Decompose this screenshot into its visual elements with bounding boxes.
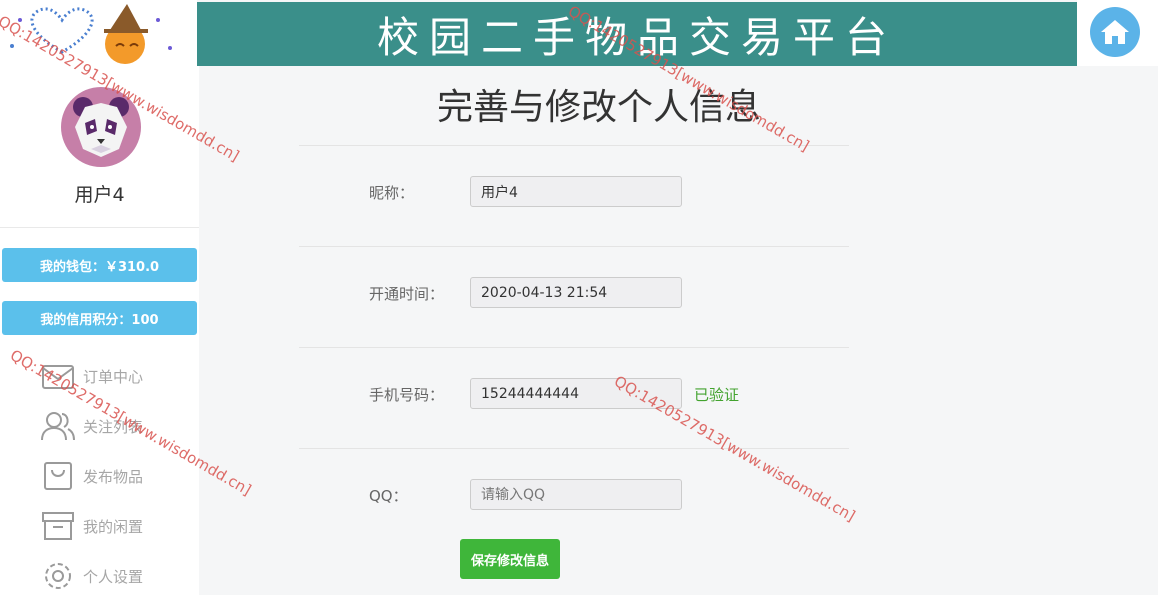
menu-item-follows[interactable]: 关注列表 — [40, 407, 190, 445]
gear-icon — [40, 558, 76, 594]
users-icon — [40, 408, 76, 444]
open-time-label: 开通时间： — [369, 285, 445, 303]
menu-label-publish: 发布物品 — [83, 467, 144, 486]
logo-illustration — [10, 4, 172, 64]
form-divider — [299, 448, 849, 449]
save-button[interactable]: 保存修改信息 — [460, 539, 560, 579]
phone-input[interactable] — [470, 378, 682, 409]
open-time-input[interactable] — [470, 277, 682, 308]
menu-item-orders[interactable]: 订单中心 — [40, 357, 190, 395]
wallet-label: 我的钱包：￥310.0 — [39, 259, 160, 275]
home-button[interactable] — [1090, 7, 1140, 57]
nickname-label: 昵称： — [369, 184, 415, 202]
phone-label: 手机号码： — [369, 386, 445, 404]
qq-label: QQ： — [369, 487, 408, 505]
site-banner: 校园二手物品交易平台 — [197, 2, 1077, 66]
panda-avatar-icon — [73, 97, 129, 157]
menu-label-idle: 我的闲置 — [83, 517, 144, 536]
menu-label-settings: 个人设置 — [83, 567, 144, 586]
archive-icon — [40, 508, 76, 544]
wallet-button[interactable]: 我的钱包：￥310.0 — [2, 248, 197, 282]
profile-form: 完善与修改个人信息 昵称： 开通时间： 手机号码： 已验证 QQ： 保存修改信息 — [199, 66, 1158, 595]
phone-verified-status: 已验证 — [694, 386, 740, 404]
nickname-input[interactable] — [470, 176, 682, 207]
form-divider — [299, 145, 849, 146]
mail-icon — [40, 358, 76, 394]
credit-button[interactable]: 我的信用积分：100 — [2, 301, 197, 335]
username: 用户4 — [74, 184, 125, 206]
home-icon — [1101, 20, 1129, 44]
sidebar-divider — [0, 227, 199, 228]
menu-item-publish[interactable]: 发布物品 — [40, 457, 190, 495]
menu-item-settings[interactable]: 个人设置 — [40, 557, 190, 595]
page-title: 完善与修改个人信息 — [436, 87, 761, 128]
menu-label-follows: 关注列表 — [83, 417, 144, 436]
bag-icon — [40, 458, 76, 494]
sidebar: 用户4 我的钱包：￥310.0 我的信用积分：100 订单中心 关注列表 发布物… — [0, 66, 199, 595]
site-logo — [0, 0, 197, 66]
menu-item-idle[interactable]: 我的闲置 — [40, 507, 190, 545]
form-divider — [299, 246, 849, 247]
credit-label: 我的信用积分：100 — [40, 312, 159, 328]
menu-label-orders: 订单中心 — [83, 367, 144, 386]
banner-title: 校园二手物品交易平台 — [376, 12, 897, 62]
qq-input[interactable] — [470, 479, 682, 510]
home-area — [1077, 0, 1158, 66]
form-divider — [299, 347, 849, 348]
avatar[interactable] — [61, 87, 141, 167]
